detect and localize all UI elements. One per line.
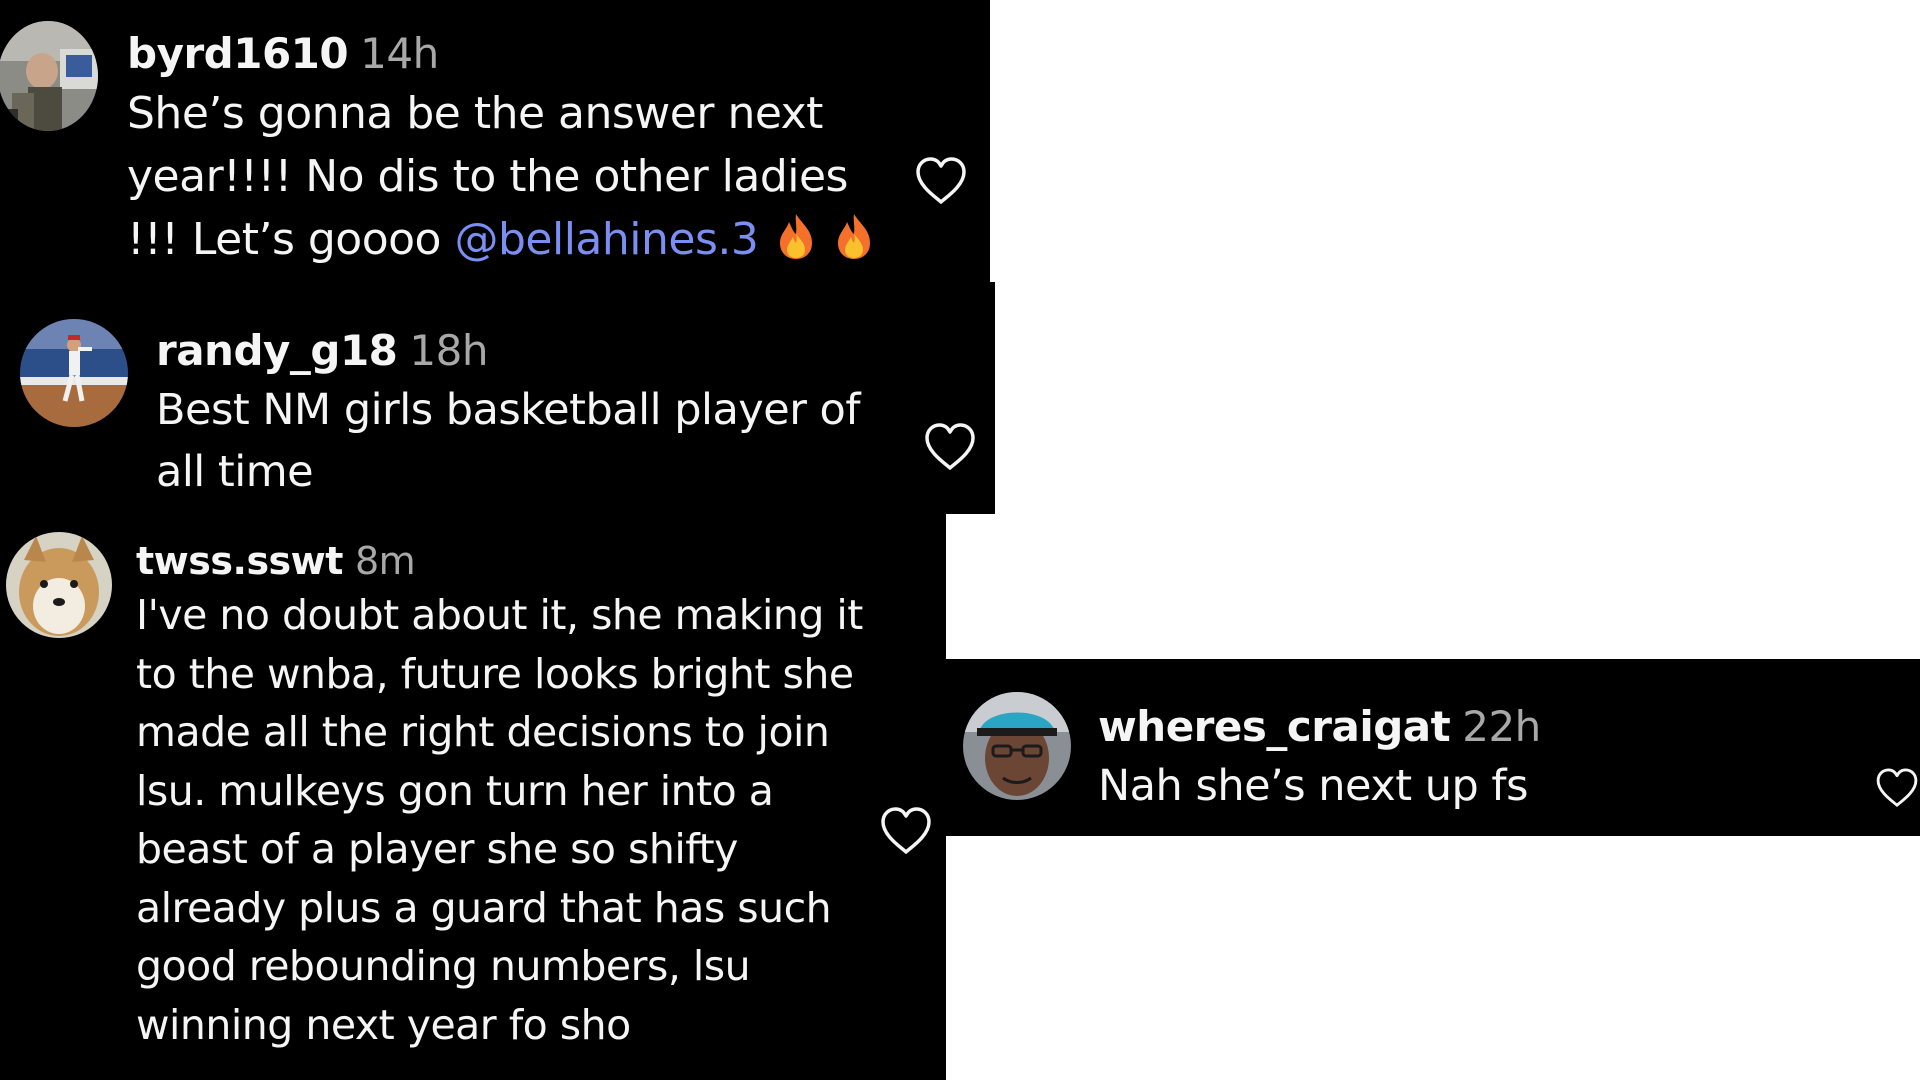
mention-link[interactable]: @bellahines.3 [454, 214, 758, 265]
comment-meta: wheres_craigat 22h [1098, 699, 1838, 755]
avatar-image [20, 319, 128, 427]
username[interactable]: twss.sswt [136, 539, 343, 583]
timestamp[interactable]: 22h [1462, 702, 1541, 751]
comment-content: randy_g18 18h Best NM girls basketball pl… [156, 323, 916, 503]
comment-card: byrd1610 14h She’s gonna be the answer ne… [0, 0, 990, 282]
avatar[interactable] [0, 21, 98, 131]
heart-outline-icon[interactable] [1874, 763, 1920, 813]
comment-meta: randy_g18 18h [156, 323, 916, 379]
avatar-image [963, 692, 1071, 800]
avatar-image [0, 21, 98, 131]
heart-outline-icon[interactable] [913, 156, 969, 206]
username[interactable]: randy_g18 [156, 326, 398, 375]
timestamp[interactable]: 18h [409, 326, 488, 375]
heart-outline-icon[interactable] [878, 806, 934, 856]
timestamp[interactable]: 14h [360, 29, 439, 78]
comment-content: twss.sswt 8m I've no doubt about it, she … [136, 536, 876, 1054]
avatar-image [6, 532, 112, 638]
avatar[interactable] [963, 692, 1071, 800]
username[interactable]: wheres_craigat [1098, 702, 1451, 751]
fire-icon [834, 212, 874, 277]
username[interactable]: byrd1610 [127, 29, 349, 78]
comment-text: Best NM girls basketball player of all t… [156, 385, 861, 497]
heart-outline-icon[interactable] [922, 422, 978, 472]
comment-card: wheres_craigat 22h Nah she’s next up fs [946, 659, 1920, 836]
comment-card: randy_g18 18h Best NM girls basketball pl… [0, 282, 995, 514]
avatar[interactable] [20, 319, 128, 427]
comment-card: twss.sswt 8m I've no doubt about it, she … [0, 514, 946, 1080]
comment-content: byrd1610 14h She’s gonna be the answer ne… [127, 26, 907, 277]
avatar[interactable] [6, 532, 112, 638]
comment-meta: twss.sswt 8m [136, 536, 876, 586]
comment-text: Nah she’s next up fs [1098, 761, 1528, 811]
fire-icon [776, 212, 816, 277]
comment-text: She’s gonna be the answer next year!!!! … [127, 82, 907, 277]
comment-content: wheres_craigat 22h Nah she’s next up fs [1098, 699, 1838, 817]
comment-meta: byrd1610 14h [127, 26, 907, 82]
timestamp[interactable]: 8m [355, 539, 416, 583]
comment-text: I've no doubt about it, she making it to… [136, 591, 863, 1049]
